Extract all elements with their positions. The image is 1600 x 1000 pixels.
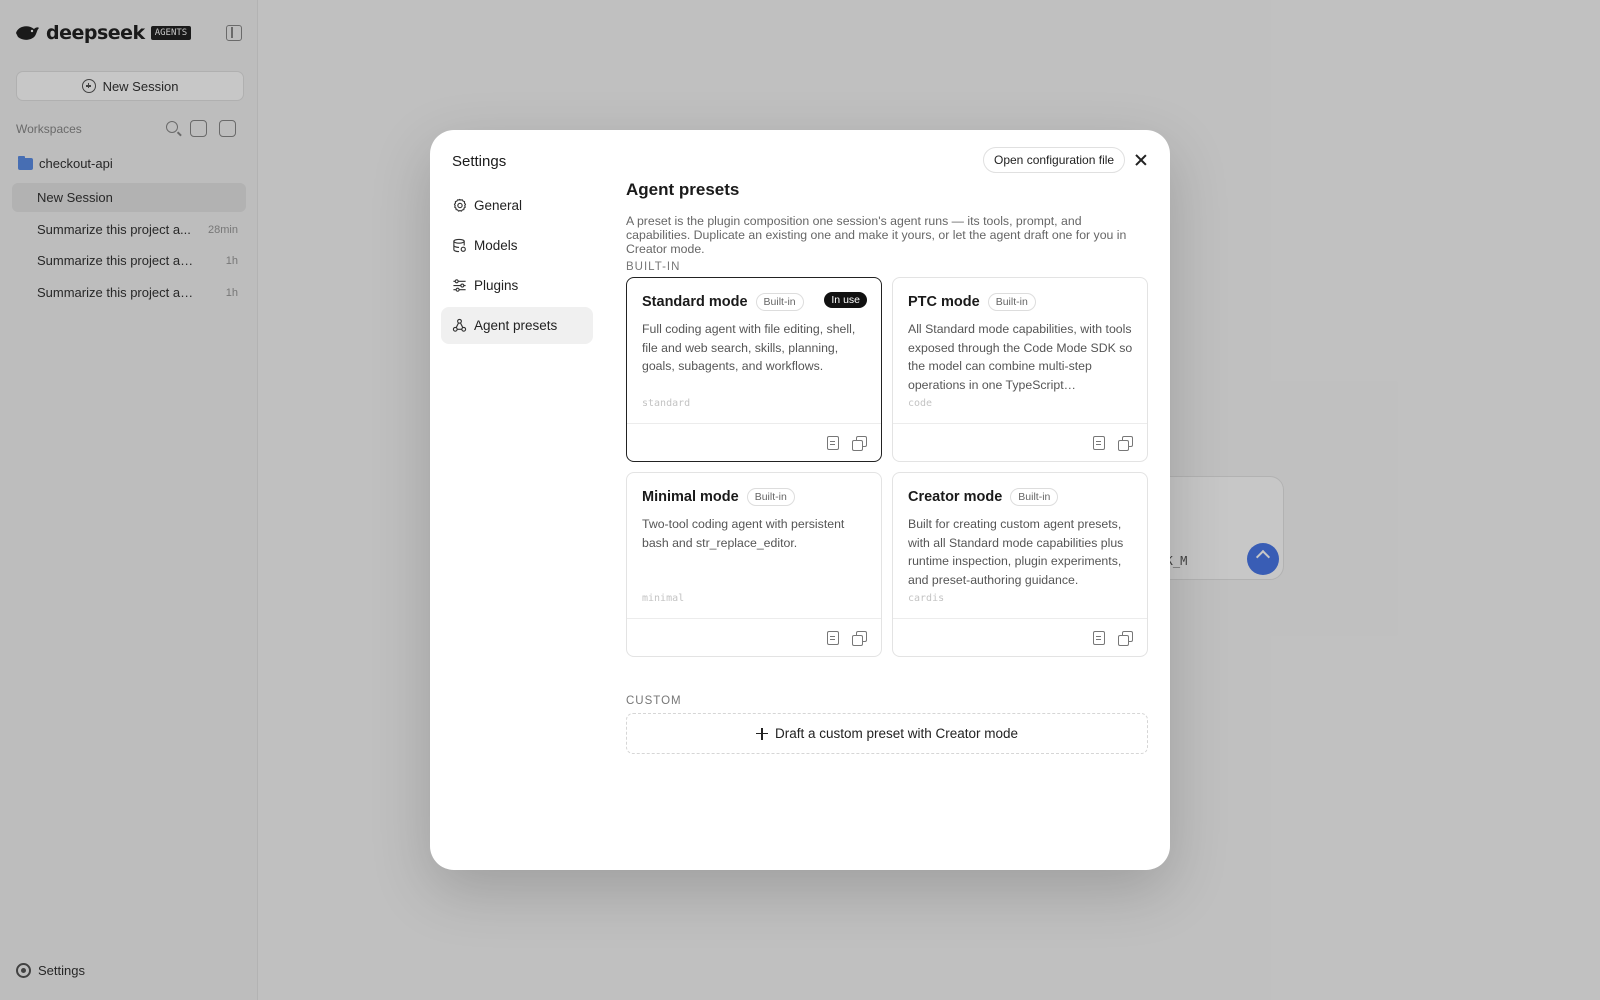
preset-description: Built for creating custom agent presets,… — [908, 517, 1124, 587]
duplicate-icon[interactable] — [1118, 631, 1133, 646]
preset-card-creator[interactable]: Creator mode Built-in Built for creating… — [892, 472, 1148, 657]
card-footer — [627, 423, 881, 461]
duplicate-icon[interactable] — [852, 631, 867, 646]
duplicate-icon[interactable] — [1118, 436, 1133, 451]
view-doc-icon[interactable] — [1093, 436, 1105, 450]
database-icon — [453, 238, 466, 253]
card-header: Creator mode Built-in — [908, 488, 1059, 506]
card-header: PTC mode Built-in — [908, 293, 1036, 311]
view-doc-icon[interactable] — [827, 631, 839, 645]
preset-id: code — [908, 398, 933, 409]
nav-label: Plugins — [474, 278, 519, 293]
custom-label: CUSTOM — [626, 695, 682, 707]
builtin-badge: Built-in — [1010, 488, 1059, 506]
card-footer — [627, 618, 881, 656]
nav-label: General — [474, 198, 523, 213]
builtin-badge: Built-in — [987, 293, 1036, 311]
card-footer — [893, 423, 1147, 461]
preset-name: PTC mode — [908, 294, 980, 310]
preset-card-ptc[interactable]: PTC mode Built-in All Standard mode capa… — [892, 277, 1148, 462]
draft-label: Draft a custom preset with Creator mode — [774, 726, 1019, 741]
builtin-label: BUILT-IN — [626, 261, 681, 273]
agent-presets-panel: Agent presets A preset is the plugin com… — [626, 180, 1148, 754]
nav-item-plugins[interactable]: Plugins — [441, 267, 593, 304]
nav-label: Agent presets — [474, 318, 558, 333]
modal-title: Settings — [452, 153, 507, 170]
in-use-badge: In use — [824, 292, 867, 308]
view-doc-icon[interactable] — [827, 436, 839, 450]
nav-item-general[interactable]: General — [441, 187, 593, 224]
section-title: Agent presets — [626, 180, 740, 199]
duplicate-icon[interactable] — [852, 436, 867, 451]
settings-modal: Settings Open configuration file General… — [430, 130, 1170, 870]
nav-item-models[interactable]: Models — [441, 227, 593, 264]
view-doc-icon[interactable] — [1093, 631, 1105, 645]
preset-description: All Standard mode capabilities, with too… — [908, 322, 1133, 392]
preset-grid: Standard mode Built-in In use Full codin… — [626, 277, 1148, 657]
gear-icon — [453, 198, 467, 212]
section-description: A preset is the plugin composition one s… — [626, 214, 1127, 256]
card-footer — [893, 618, 1147, 656]
preset-card-standard[interactable]: Standard mode Built-in In use Full codin… — [626, 277, 882, 462]
preset-id: cardis — [908, 593, 945, 604]
settings-nav: General Models Plugins Agent presets — [441, 187, 593, 347]
agent-icon — [452, 318, 467, 332]
builtin-badge: Built-in — [755, 293, 804, 311]
preset-id: minimal — [642, 593, 685, 604]
card-header: Minimal mode Built-in — [642, 488, 795, 506]
sliders-icon — [453, 279, 466, 292]
close-icon[interactable] — [1131, 150, 1151, 170]
preset-description: Full coding agent with file editing, she… — [642, 322, 856, 374]
card-header: Standard mode Built-in — [642, 293, 804, 311]
preset-id: standard — [642, 398, 691, 409]
nav-item-agent-presets[interactable]: Agent presets — [441, 307, 593, 344]
nav-label: Models — [474, 238, 518, 253]
builtin-badge: Built-in — [746, 488, 795, 506]
preset-card-minimal[interactable]: Minimal mode Built-in Two-tool coding ag… — [626, 472, 882, 657]
draft-custom-preset-button[interactable]: Draft a custom preset with Creator mode — [626, 713, 1148, 754]
preset-name: Minimal mode — [642, 489, 739, 505]
preset-name: Creator mode — [908, 489, 1003, 505]
plus-icon — [755, 727, 768, 740]
preset-name: Standard mode — [642, 294, 748, 310]
open-config-button[interactable]: Open configuration file — [983, 147, 1126, 173]
preset-description: Two-tool coding agent with persistent ba… — [642, 517, 845, 550]
